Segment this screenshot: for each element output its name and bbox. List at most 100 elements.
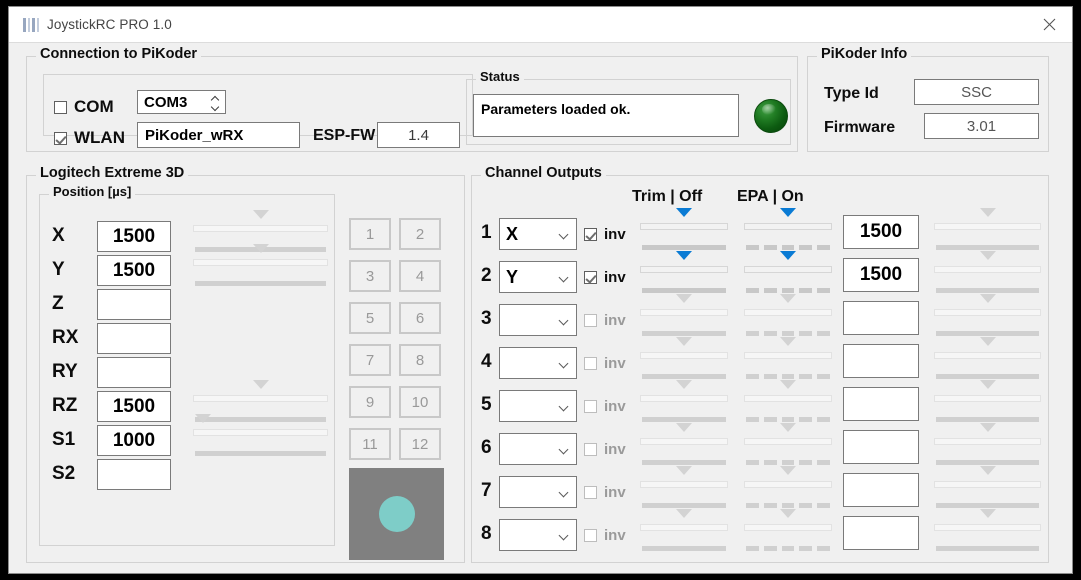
slider-thumb[interactable] bbox=[780, 337, 796, 371]
slider-thumb[interactable] bbox=[979, 251, 996, 285]
channel-trim-slider-7[interactable] bbox=[640, 466, 728, 509]
slider-thumb[interactable] bbox=[676, 509, 692, 543]
channel-output-slider-5[interactable] bbox=[934, 380, 1041, 423]
channel-output-slider-3[interactable] bbox=[934, 294, 1041, 337]
channel-trim-slider-2[interactable] bbox=[640, 251, 728, 294]
channel-source-select-3[interactable] bbox=[499, 304, 577, 336]
wlan-checkbox[interactable]: WLAN bbox=[54, 128, 125, 148]
channel-value-4[interactable] bbox=[843, 344, 919, 378]
slider-thumb[interactable] bbox=[252, 380, 269, 414]
joystick-button-12[interactable]: 12 bbox=[399, 428, 441, 460]
channel-inv-checkbox-3[interactable]: inv bbox=[584, 312, 626, 329]
channel-value-6[interactable] bbox=[843, 430, 919, 464]
joystick-button-1[interactable]: 1 bbox=[349, 218, 391, 250]
slider-thumb[interactable] bbox=[780, 423, 796, 457]
axis-value-s1[interactable]: 1000 bbox=[97, 425, 171, 456]
channel-output-slider-7[interactable] bbox=[934, 466, 1041, 509]
com-port-select[interactable]: COM3 bbox=[137, 90, 226, 114]
slider-thumb[interactable] bbox=[780, 380, 796, 414]
slider-thumb[interactable] bbox=[676, 294, 692, 328]
axis-value-s2[interactable] bbox=[97, 459, 171, 490]
com-checkbox[interactable]: COM bbox=[54, 97, 114, 117]
joystick-button-4[interactable]: 4 bbox=[399, 260, 441, 292]
slider-thumb[interactable] bbox=[252, 210, 269, 244]
slider-thumb[interactable] bbox=[676, 380, 692, 414]
slider-thumb[interactable] bbox=[676, 466, 692, 500]
channel-value-8[interactable] bbox=[843, 516, 919, 550]
channel-source-select-2[interactable]: Y bbox=[499, 261, 577, 293]
slider-thumb[interactable] bbox=[676, 423, 692, 457]
joystick-button-6[interactable]: 6 bbox=[399, 302, 441, 334]
channel-value-7[interactable] bbox=[843, 473, 919, 507]
axis-value-z[interactable] bbox=[97, 289, 171, 320]
channel-epa-slider-4[interactable] bbox=[744, 337, 832, 380]
slider-thumb[interactable] bbox=[676, 208, 692, 242]
joystick-button-2[interactable]: 2 bbox=[399, 218, 441, 250]
channel-epa-slider-5[interactable] bbox=[744, 380, 832, 423]
axis-value-ry[interactable] bbox=[97, 357, 171, 388]
channel-trim-slider-5[interactable] bbox=[640, 380, 728, 423]
channel-output-slider-8[interactable] bbox=[934, 509, 1041, 552]
slider-thumb[interactable] bbox=[979, 208, 996, 242]
joystick-button-11[interactable]: 11 bbox=[349, 428, 391, 460]
slider-thumb[interactable] bbox=[780, 509, 796, 543]
channel-output-slider-2[interactable] bbox=[934, 251, 1041, 294]
joystick-button-5[interactable]: 5 bbox=[349, 302, 391, 334]
slider-thumb[interactable] bbox=[195, 414, 212, 448]
slider-thumb[interactable] bbox=[979, 466, 996, 500]
channel-epa-slider-3[interactable] bbox=[744, 294, 832, 337]
slider-thumb[interactable] bbox=[979, 380, 996, 414]
axis-value-rx[interactable] bbox=[97, 323, 171, 354]
close-icon[interactable] bbox=[1026, 7, 1072, 42]
slider-thumb[interactable] bbox=[252, 244, 269, 278]
slider-thumb[interactable] bbox=[979, 423, 996, 457]
channel-epa-slider-8[interactable] bbox=[744, 509, 832, 552]
channel-source-select-1[interactable]: X bbox=[499, 218, 577, 250]
slider-thumb[interactable] bbox=[780, 208, 796, 242]
channel-inv-checkbox-6[interactable]: inv bbox=[584, 441, 626, 458]
channel-inv-checkbox-2[interactable]: inv bbox=[584, 269, 626, 286]
slider-thumb[interactable] bbox=[780, 294, 796, 328]
axis-value-x[interactable]: 1500 bbox=[97, 221, 171, 252]
joystick-button-7[interactable]: 7 bbox=[349, 344, 391, 376]
wlan-ssid-input[interactable]: PiKoder_wRX bbox=[137, 122, 300, 148]
channel-value-5[interactable] bbox=[843, 387, 919, 421]
axis-slider-s1[interactable] bbox=[193, 414, 328, 457]
channel-inv-checkbox-8[interactable]: inv bbox=[584, 527, 626, 544]
axis-value-y[interactable]: 1500 bbox=[97, 255, 171, 286]
channel-trim-slider-8[interactable] bbox=[640, 509, 728, 552]
slider-thumb[interactable] bbox=[979, 509, 996, 543]
channel-source-select-5[interactable] bbox=[499, 390, 577, 422]
channel-source-select-8[interactable] bbox=[499, 519, 577, 551]
joystick-button-10[interactable]: 10 bbox=[399, 386, 441, 418]
channel-source-select-7[interactable] bbox=[499, 476, 577, 508]
axis-value-rz[interactable]: 1500 bbox=[97, 391, 171, 422]
channel-output-slider-4[interactable] bbox=[934, 337, 1041, 380]
channel-trim-slider-1[interactable] bbox=[640, 208, 728, 251]
channel-source-select-4[interactable] bbox=[499, 347, 577, 379]
channel-epa-slider-7[interactable] bbox=[744, 466, 832, 509]
channel-trim-slider-4[interactable] bbox=[640, 337, 728, 380]
slider-thumb[interactable] bbox=[780, 466, 796, 500]
slider-thumb[interactable] bbox=[676, 251, 692, 285]
com-port-spinner-arrows[interactable] bbox=[211, 91, 220, 113]
channel-epa-slider-1[interactable] bbox=[744, 208, 832, 251]
channel-inv-checkbox-4[interactable]: inv bbox=[584, 355, 626, 372]
channel-epa-slider-2[interactable] bbox=[744, 251, 832, 294]
axis-slider-rz[interactable] bbox=[193, 380, 328, 423]
channel-inv-checkbox-7[interactable]: inv bbox=[584, 484, 626, 501]
channel-inv-checkbox-1[interactable]: inv bbox=[584, 226, 626, 243]
channel-source-select-6[interactable] bbox=[499, 433, 577, 465]
channel-trim-slider-3[interactable] bbox=[640, 294, 728, 337]
channel-value-2[interactable]: 1500 bbox=[843, 258, 919, 292]
slider-thumb[interactable] bbox=[979, 294, 996, 328]
channel-output-slider-6[interactable] bbox=[934, 423, 1041, 466]
channel-output-slider-1[interactable] bbox=[934, 208, 1041, 251]
channel-epa-slider-6[interactable] bbox=[744, 423, 832, 466]
channel-inv-checkbox-5[interactable]: inv bbox=[584, 398, 626, 415]
joystick-button-3[interactable]: 3 bbox=[349, 260, 391, 292]
channel-value-3[interactable] bbox=[843, 301, 919, 335]
axis-slider-y[interactable] bbox=[193, 244, 328, 287]
channel-value-1[interactable]: 1500 bbox=[843, 215, 919, 249]
slider-thumb[interactable] bbox=[676, 337, 692, 371]
